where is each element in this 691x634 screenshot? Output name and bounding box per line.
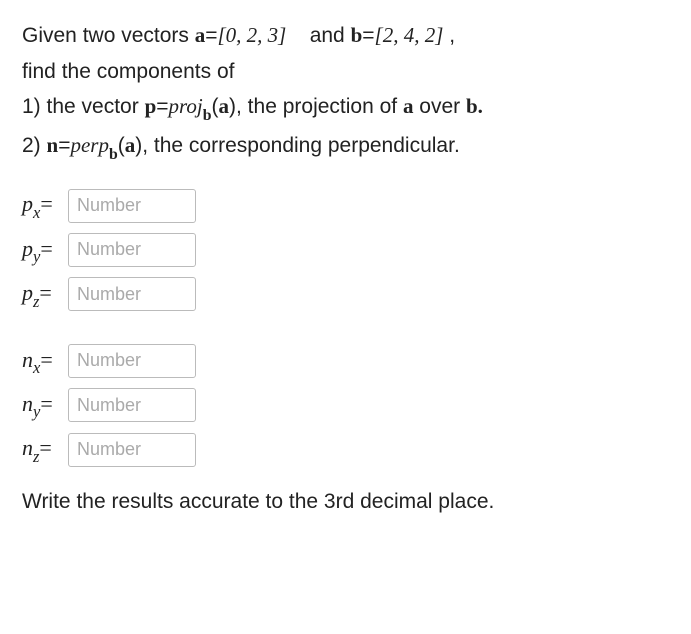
label-sub: y [33, 402, 40, 421]
row-nz: nz= [22, 429, 669, 469]
vec-b: [2, 4, 2] [375, 23, 444, 47]
vec-a: [0, 2, 3] [218, 23, 287, 47]
label-eq: = [40, 347, 52, 372]
var-a: a [195, 23, 206, 47]
var-p: p [145, 94, 157, 118]
label-var: p [22, 236, 33, 261]
input-px[interactable] [68, 189, 196, 223]
row-pz: pz= [22, 274, 669, 314]
label-ny: ny= [22, 385, 68, 425]
paren: ( [118, 134, 125, 157]
eq: = [156, 95, 168, 118]
var-b: b [351, 23, 363, 47]
var-n: n [47, 133, 59, 157]
eq: = [205, 24, 217, 47]
label-var: n [22, 391, 33, 416]
text: 1) the vector [22, 95, 145, 118]
label-sub: z [33, 292, 39, 311]
input-ny[interactable] [68, 388, 196, 422]
label-sub: x [33, 358, 40, 377]
problem-item-1: 1) the vector p=projb(a), the projection… [22, 89, 669, 128]
label-eq: = [39, 435, 51, 460]
label-eq: = [40, 191, 52, 216]
text: 2) [22, 134, 47, 157]
perp-sub: b [109, 146, 118, 163]
label-py: py= [22, 230, 68, 270]
label-sub: x [33, 203, 40, 222]
proj-sub: b [203, 107, 212, 124]
label-var: p [22, 191, 33, 216]
row-nx: nx= [22, 341, 669, 381]
label-nz: nz= [22, 429, 68, 469]
input-nz[interactable] [68, 433, 196, 467]
row-py: py= [22, 230, 669, 270]
eq: = [362, 24, 374, 47]
label-sub: y [33, 247, 40, 266]
label-px: px= [22, 185, 68, 225]
text: and [286, 24, 350, 47]
text: Given two vectors [22, 24, 195, 47]
problem-item-2: 2) n=perpb(a), the corresponding perpend… [22, 128, 669, 167]
text: , the corresponding perpendicular. [142, 134, 460, 157]
input-pz[interactable] [68, 277, 196, 311]
label-var: n [22, 435, 33, 460]
row-ny: ny= [22, 385, 669, 425]
footer-instruction: Write the results accurate to the 3rd de… [22, 484, 669, 520]
problem-line-2: find the components of [22, 54, 669, 90]
label-var: n [22, 347, 33, 372]
input-py[interactable] [68, 233, 196, 267]
label-eq: = [40, 391, 52, 416]
problem-statement: Given two vectors a=[0, 2, 3] and b=[2, … [22, 18, 669, 167]
problem-line-1: Given two vectors a=[0, 2, 3] and b=[2, … [22, 18, 669, 54]
proj-arg: a [219, 94, 230, 118]
var-b: b. [466, 94, 483, 118]
row-px: px= [22, 185, 669, 225]
text: , [443, 24, 455, 47]
perp-label: perp [70, 133, 109, 157]
paren: ) [229, 95, 236, 118]
proj-label: proj [169, 94, 203, 118]
text: , the projection of [236, 95, 403, 118]
label-sub: z [33, 447, 39, 466]
label-var: p [22, 280, 33, 305]
eq: = [58, 134, 70, 157]
text: over [413, 95, 466, 118]
input-nx[interactable] [68, 344, 196, 378]
input-fields: px= py= pz= nx= ny= nz= [22, 185, 669, 470]
perp-arg: a [125, 133, 136, 157]
label-pz: pz= [22, 274, 68, 314]
label-eq: = [40, 236, 52, 261]
label-eq: = [39, 280, 51, 305]
label-nx: nx= [22, 341, 68, 381]
var-a: a [403, 94, 414, 118]
paren: ( [212, 95, 219, 118]
